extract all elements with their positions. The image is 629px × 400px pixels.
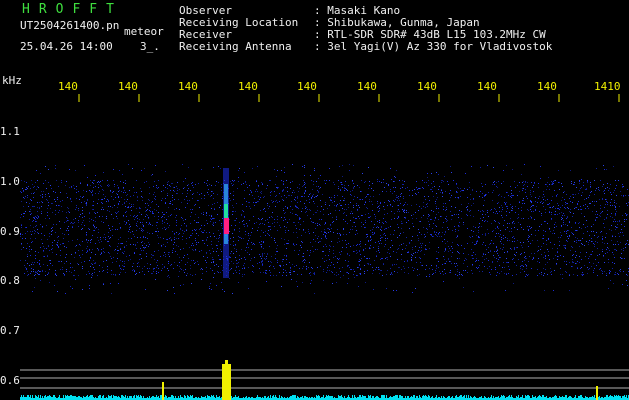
info-sep: : xyxy=(314,40,321,53)
y-tick: 0.6 xyxy=(0,374,20,387)
info-value: : 3el Yagi(V) Az 330 for Vladivostok xyxy=(314,41,552,53)
x-tick: 140 xyxy=(537,80,557,93)
y-unit-label: kHz xyxy=(2,74,22,87)
x-tick-marks xyxy=(78,94,620,102)
meteor-echo xyxy=(223,168,229,278)
y-tick: 1.1 xyxy=(0,125,20,138)
x-tick: 140 xyxy=(417,80,437,93)
x-tick: 140 xyxy=(477,80,497,93)
x-tick: 140 xyxy=(58,80,78,93)
y-tick: 0.9 xyxy=(0,225,20,238)
y-tick: 0.8 xyxy=(0,274,20,287)
noise-field xyxy=(20,164,629,294)
y-tick: 1.0 xyxy=(0,175,20,188)
y-tick: 0.7 xyxy=(0,324,20,337)
x-tick: 1410 xyxy=(594,80,621,93)
power-baseline xyxy=(20,395,629,400)
x-tick: 140 xyxy=(238,80,258,93)
x-tick: 140 xyxy=(297,80,317,93)
x-tick: 140 xyxy=(118,80,138,93)
info-label: Receiving Antenna xyxy=(179,40,292,53)
x-tick: 140 xyxy=(178,80,198,93)
x-tick: 140 xyxy=(357,80,377,93)
power-spikes xyxy=(162,360,598,400)
antenna-value: 3el Yagi(V) Az 330 for Vladivostok xyxy=(327,40,553,53)
info-block: Observer : Masaki Kano Receiving Locatio… xyxy=(0,5,629,55)
spectrogram xyxy=(20,94,629,400)
